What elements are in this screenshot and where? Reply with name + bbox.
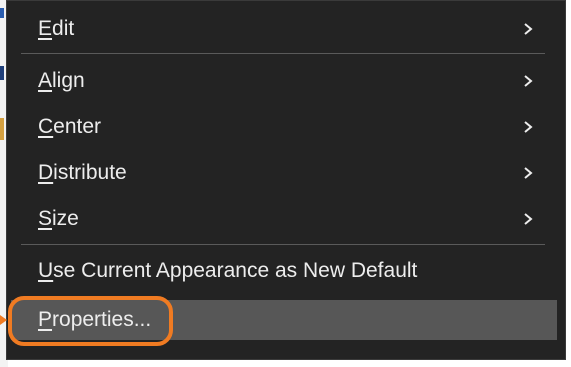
background-text-fragment (0, 66, 4, 80)
menu-item-label: Edit (38, 17, 75, 40)
chevron-right-icon (523, 61, 535, 101)
menu-item-distribute[interactable]: Distribute (7, 153, 565, 193)
menu-item-use-current-appearance[interactable]: Use Current Appearance as New Default (7, 251, 565, 291)
chevron-right-icon (523, 199, 535, 239)
menu-separator (21, 244, 545, 245)
menu-item-label: Align (38, 69, 85, 92)
background-link-fragment (0, 8, 4, 18)
menu-item-size[interactable]: Size (7, 199, 565, 239)
menu-item-align[interactable]: Align (7, 61, 565, 101)
chevron-right-icon (523, 9, 535, 49)
menu-item-label: Size (38, 207, 79, 230)
highlight-annotation-ring (8, 296, 173, 346)
chevron-right-icon (523, 107, 535, 147)
menu-item-label: Use Current Appearance as New Default (38, 259, 418, 282)
annotation-pointer-icon (0, 315, 7, 325)
menu-item-center[interactable]: Center (7, 107, 565, 147)
background-icon-fragment (0, 118, 4, 140)
chevron-right-icon (523, 153, 535, 193)
menu-separator (21, 53, 545, 54)
menu-item-edit[interactable]: Edit (7, 9, 565, 49)
menu-item-label: Center (38, 115, 102, 138)
menu-item-label: Distribute (38, 161, 127, 184)
